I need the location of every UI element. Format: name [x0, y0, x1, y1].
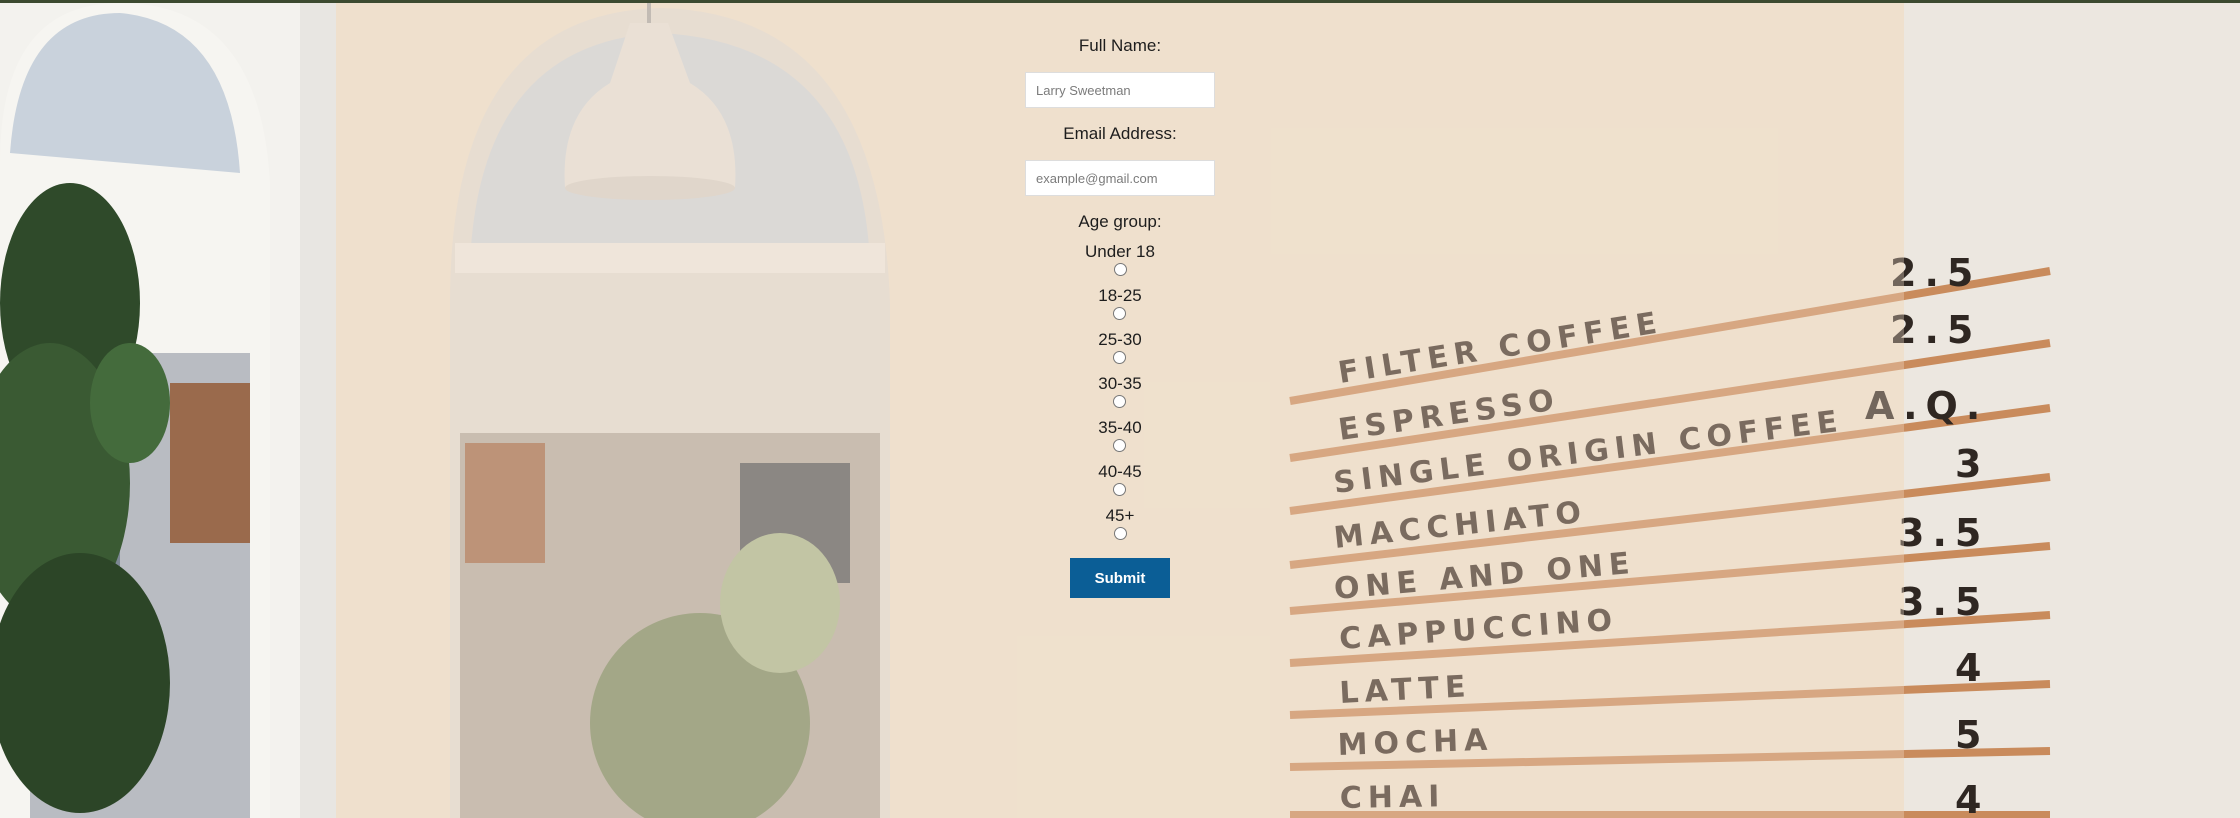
age-option-45-plus: 45+	[1105, 506, 1135, 540]
age-option-label: 25-30	[1098, 330, 1142, 349]
age-option-40-45: 40-45	[1098, 462, 1142, 496]
full-name-input[interactable]	[1025, 72, 1215, 108]
menu-price-text: 5	[1955, 713, 1989, 757]
age-option-30-35: 30-35	[1098, 374, 1142, 408]
submit-button[interactable]: Submit	[1070, 558, 1170, 598]
menu-price-text: 4	[1955, 778, 1989, 818]
age-radio-35-40[interactable]	[1113, 439, 1127, 452]
age-option-18-25: 18-25	[1098, 286, 1142, 320]
menu-price-text: 3.5	[1898, 580, 1989, 624]
menu-price-text: 3	[1955, 442, 1989, 486]
age-radio-25-30[interactable]	[1113, 351, 1127, 364]
age-option-35-40: 35-40	[1098, 418, 1142, 452]
age-group-label: Age group:	[1078, 212, 1162, 231]
age-option-label: 45+	[1105, 506, 1135, 525]
age-option-under-18: Under 18	[1085, 243, 1155, 276]
age-option-label: 30-35	[1098, 374, 1142, 393]
age-radio-45-plus[interactable]	[1113, 527, 1127, 540]
age-option-label: 35-40	[1098, 418, 1142, 437]
email-label: Email Address:	[1063, 124, 1177, 143]
age-option-label: Under 18	[1085, 242, 1155, 261]
signup-form: Full Name: Email Address: Age group: Und…	[1000, 36, 1240, 598]
age-option-label: 18-25	[1098, 286, 1142, 305]
age-option-label: 40-45	[1098, 462, 1142, 481]
menu-price-text: 3.5	[1898, 511, 1989, 555]
age-radio-30-35[interactable]	[1113, 395, 1127, 408]
age-radio-under-18[interactable]	[1113, 263, 1127, 276]
age-option-25-30: 25-30	[1098, 330, 1142, 364]
full-name-label: Full Name:	[1078, 36, 1162, 55]
menu-price-text: 4	[1955, 646, 1989, 690]
age-radio-18-25[interactable]	[1113, 307, 1127, 320]
age-radio-40-45[interactable]	[1113, 483, 1127, 496]
email-input[interactable]	[1025, 160, 1215, 196]
